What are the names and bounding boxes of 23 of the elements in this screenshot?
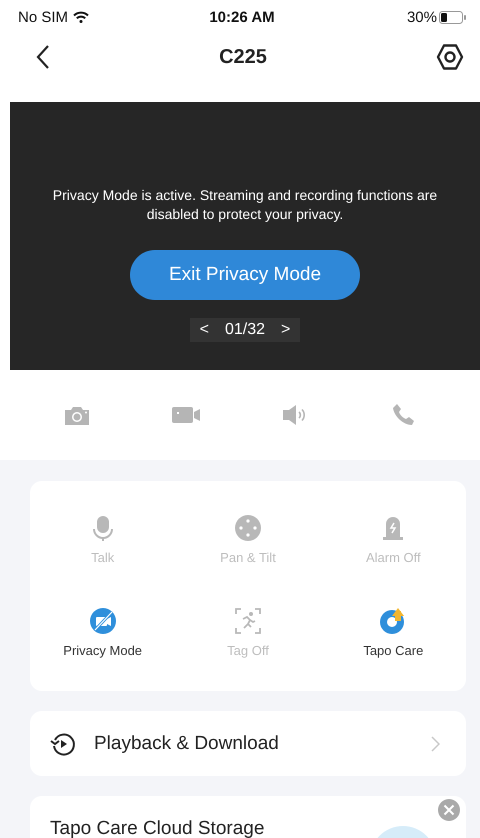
running-person-icon — [234, 607, 262, 635]
control-button[interactable]: Tapo Care — [320, 586, 466, 679]
promo-title: Tapo Care Cloud Storage — [50, 818, 264, 838]
next-button[interactable]: > — [279, 321, 292, 339]
page-counter: 01/32 — [224, 321, 266, 339]
replay-icon — [50, 730, 76, 756]
exit-privacy-button[interactable]: Exit Privacy Mode — [130, 250, 360, 300]
control-button[interactable]: Privacy Mode — [30, 586, 176, 679]
carrier-text: No SIM — [18, 8, 68, 26]
battery-icon — [439, 10, 466, 24]
back-icon[interactable] — [36, 45, 50, 69]
wifi-icon — [73, 11, 90, 23]
settings-icon[interactable] — [436, 43, 464, 71]
page-title: C225 — [219, 46, 267, 68]
clock-text: 10:26 AM — [209, 8, 275, 26]
playback-row[interactable]: Playback & Download — [30, 711, 466, 776]
camera-off-icon — [88, 607, 117, 635]
joystick-icon — [234, 514, 262, 542]
close-icon[interactable] — [438, 799, 460, 821]
previous-button[interactable]: < — [198, 321, 211, 339]
privacy-message: Privacy Mode is active. Streaming and recording functions are disabled to protect your privacy. — [52, 186, 438, 224]
battery-percent: 30% — [406, 8, 437, 26]
chevron-right-icon — [431, 736, 440, 752]
